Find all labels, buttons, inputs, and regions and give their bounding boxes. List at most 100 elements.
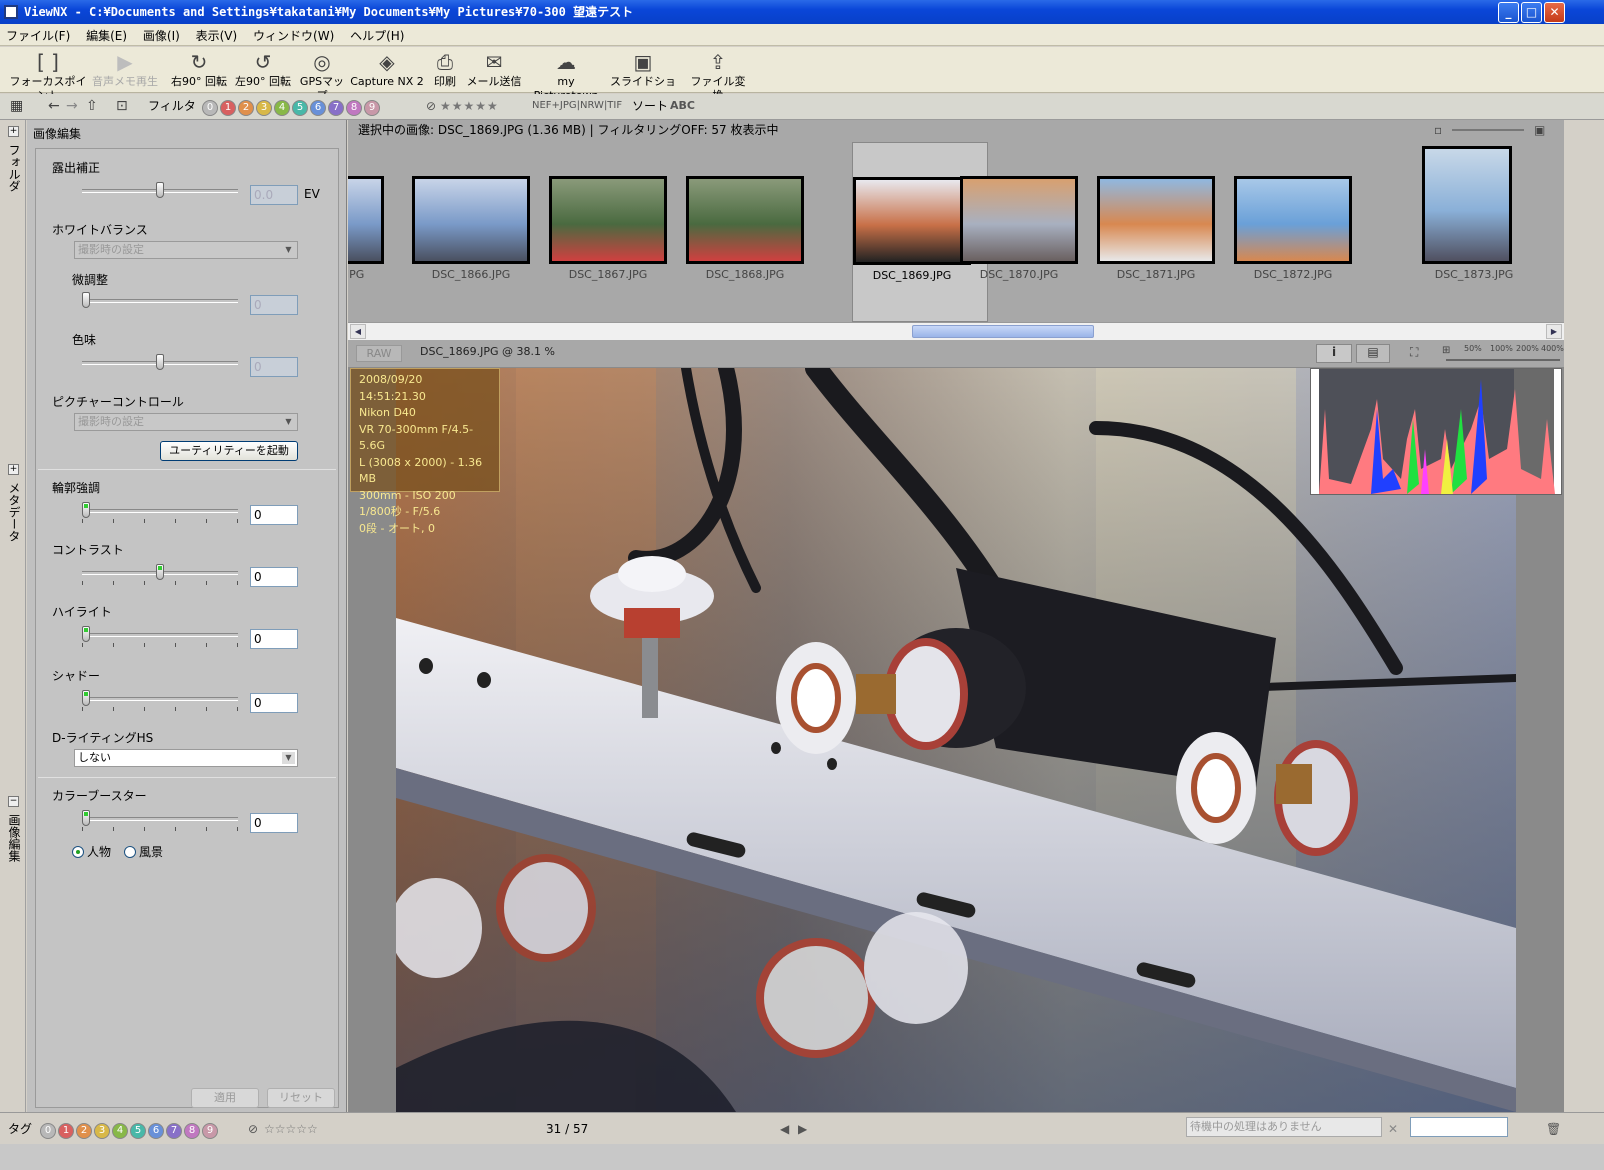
label-filter-4[interactable]: 4 [274, 100, 290, 116]
color-booster-slider[interactable] [82, 810, 238, 826]
label-filter-7[interactable]: 7 [328, 100, 344, 116]
label-filter-6[interactable]: 6 [310, 100, 326, 116]
tag-label-5[interactable]: 5 [130, 1123, 146, 1139]
sharpen-slider[interactable] [82, 502, 238, 518]
upload-icon[interactable]: ⇧ [86, 98, 98, 114]
zoom-200[interactable]: 200% [1516, 344, 1539, 353]
tint-slider[interactable] [82, 354, 238, 370]
zoom-100[interactable]: 100% [1490, 344, 1513, 353]
highlight-slider-thumb[interactable] [82, 626, 90, 642]
contrast-slider[interactable] [82, 564, 238, 580]
tag-label-0[interactable]: 0 [40, 1123, 56, 1139]
label-filter-1[interactable]: 1 [220, 100, 236, 116]
thumbnail-item[interactable]: DSC_1872.JPG [1234, 142, 1370, 322]
label-filter-5[interactable]: 5 [292, 100, 308, 116]
thumbnail-item[interactable]: DSC_1866.JPG [412, 142, 548, 322]
layout-grid-icon[interactable]: ▦ [10, 98, 23, 114]
sort-label[interactable]: ソート [632, 98, 668, 114]
label-filter-2[interactable]: 2 [238, 100, 254, 116]
expand-metadata-icon[interactable]: + [8, 464, 19, 475]
contrast-slider-thumb[interactable] [156, 564, 164, 580]
fine-tune-slider-thumb[interactable] [82, 292, 90, 308]
rotate-right-button[interactable]: ↻ 右90° 回転 [168, 49, 230, 89]
menu-help[interactable]: ヘルプ(H) [344, 24, 410, 44]
minimize-button[interactable]: _ [1498, 2, 1519, 23]
launch-utility-button[interactable]: ユーティリティーを起動 [160, 441, 298, 461]
tab-metadata[interactable]: メタデータ [3, 482, 23, 542]
sharpen-field[interactable]: 0 [250, 505, 298, 525]
fine-tune-slider[interactable] [82, 292, 238, 308]
thumbnail-item[interactable]: DSC_1873.JPG [1406, 142, 1542, 322]
thumbnail-item[interactable]: DSC_1868.JPG [686, 142, 822, 322]
exposure-slider[interactable] [82, 182, 238, 198]
collapse-edit-icon[interactable]: − [8, 796, 19, 807]
menu-window[interactable]: ウィンドウ(W) [247, 24, 340, 44]
apply-button[interactable]: 適用 [191, 1088, 259, 1108]
capture-nx2-button[interactable]: ◈ Capture NX 2 [350, 49, 424, 89]
rating-filter-stars[interactable]: ★★★★★ [440, 98, 499, 114]
send-mail-button[interactable]: ✉ メール送信 [466, 49, 522, 89]
cancel-queue-icon[interactable]: ✕ [1388, 1121, 1398, 1137]
next-image-icon[interactable]: ▶ [798, 1121, 807, 1137]
queue-select[interactable]: 待機中の処理はありません [1186, 1117, 1382, 1137]
expand-folder-icon[interactable]: + [8, 126, 19, 137]
radio-people[interactable]: 人物 [72, 845, 111, 859]
shadow-field[interactable]: 0 [250, 693, 298, 713]
zoom-50[interactable]: 50% [1464, 344, 1482, 353]
no-rating-icon[interactable]: ⊘ [426, 98, 436, 114]
scroll-thumb[interactable] [912, 325, 1094, 338]
thumbnail-item[interactable]: DSC_1867.JPG [549, 142, 685, 322]
tab-folder[interactable]: フォルダ [3, 144, 23, 192]
scroll-left-icon[interactable]: ◀ [350, 324, 366, 339]
reset-button[interactable]: リセット [267, 1088, 335, 1108]
white-balance-select[interactable]: 撮影時の設定 ▼ [74, 241, 298, 259]
zoom-slider[interactable] [1446, 359, 1560, 361]
tag-label-6[interactable]: 6 [148, 1123, 164, 1139]
tab-image-edit[interactable]: 画像編集 [3, 814, 23, 862]
label-filter-8[interactable]: 8 [346, 100, 362, 116]
contrast-field[interactable]: 0 [250, 567, 298, 587]
highlight-field[interactable]: 0 [250, 629, 298, 649]
menu-edit[interactable]: 編集(E) [80, 24, 133, 44]
thumbnail-size-large-icon[interactable]: ▣ [1534, 120, 1545, 140]
sharpen-slider-thumb[interactable] [82, 502, 90, 518]
voice-memo-button[interactable]: ▶ 音声メモ再生 [92, 49, 158, 89]
folder-sync-icon[interactable]: ⊡ [116, 98, 128, 114]
tag-label-1[interactable]: 1 [58, 1123, 74, 1139]
tag-label-3[interactable]: 3 [94, 1123, 110, 1139]
label-filter-0[interactable]: 0 [202, 100, 218, 116]
sort-abc-icon[interactable]: ABC [670, 98, 695, 114]
radio-landscape[interactable]: 風景 [124, 845, 163, 859]
close-button[interactable]: ✕ [1544, 2, 1565, 23]
scroll-right-icon[interactable]: ▶ [1546, 324, 1562, 339]
thumbnail-item[interactable]: DSC_1871.JPG [1097, 142, 1233, 322]
d-lighting-select[interactable]: しない ▼ [74, 749, 298, 767]
tag-label-2[interactable]: 2 [76, 1123, 92, 1139]
image-viewer[interactable]: 2008/09/20 14:51:21.30 Nikon D40 VR 70-300… [348, 368, 1564, 1112]
fit-screen-icon[interactable]: ⛶ [1410, 345, 1418, 360]
label-filter-3[interactable]: 3 [256, 100, 272, 116]
menu-file[interactable]: ファイル(F) [0, 24, 76, 44]
color-booster-slider-thumb[interactable] [82, 810, 90, 826]
prev-image-icon[interactable]: ◀ [780, 1121, 789, 1137]
tag-label-9[interactable]: 9 [202, 1123, 218, 1139]
menu-view[interactable]: 表示(V) [190, 24, 244, 44]
exposure-field[interactable]: 0.0 [250, 185, 298, 205]
rating-stars[interactable]: ☆☆☆☆☆ [264, 1121, 318, 1137]
thumbnail-scrollbar[interactable]: ◀ ▶ [348, 322, 1564, 340]
format-filter[interactable]: NEF+JPG|NRW|TIF [532, 98, 622, 114]
shadow-slider-thumb[interactable] [82, 690, 90, 706]
highlight-slider[interactable] [82, 626, 238, 642]
picture-control-select[interactable]: 撮影時の設定 ▼ [74, 413, 298, 431]
raw-button[interactable]: RAW [356, 345, 402, 362]
trash-icon[interactable]: 🗑 [1546, 1121, 1561, 1137]
print-button[interactable]: ⎙ 印刷 [428, 49, 462, 89]
fine-tune-field[interactable]: 0 [250, 295, 298, 315]
rotate-left-button[interactable]: ↺ 左90° 回転 [232, 49, 294, 89]
no-rating-icon[interactable]: ⊘ [248, 1121, 258, 1137]
zoom-400[interactable]: 400% [1541, 344, 1564, 353]
thumbnail-item[interactable]: DSC_1865.JPG [348, 142, 402, 322]
thumbnail-size-small-icon[interactable]: ▫ [1434, 120, 1442, 140]
tint-field[interactable]: 0 [250, 357, 298, 377]
tag-label-8[interactable]: 8 [184, 1123, 200, 1139]
